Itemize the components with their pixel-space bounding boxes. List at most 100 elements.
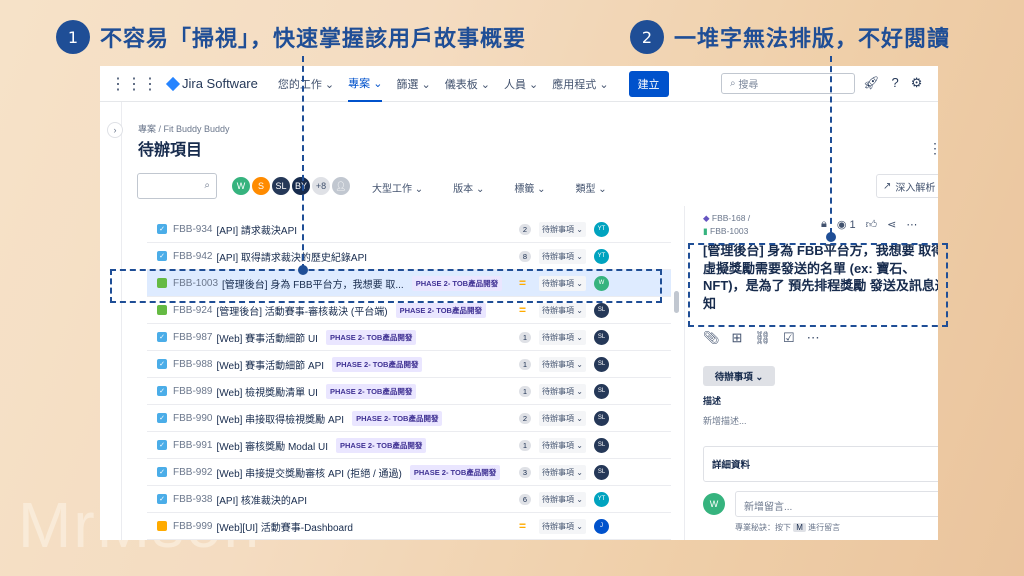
search-input[interactable]: ⌕ 搜尋 bbox=[721, 73, 855, 94]
table-row[interactable]: ✓ FBB-934 [API] 請求裁決API 2 待辦事項 ⌄ YT bbox=[147, 216, 671, 243]
status-dropdown[interactable]: 待辦事項 ⌄ bbox=[539, 437, 586, 453]
task-type-icon: ✓ bbox=[157, 467, 167, 477]
issue-key[interactable]: FBB-999 bbox=[173, 521, 212, 532]
filter-label[interactable]: 標籤 ⌄ bbox=[514, 180, 545, 195]
link-icon[interactable]: ⛓︎ bbox=[754, 330, 771, 346]
like-icon[interactable]: 👍︎ bbox=[866, 218, 878, 231]
jira-logo[interactable]: Jira Software bbox=[165, 76, 258, 91]
table-row[interactable]: ✓ FBB-942 [API] 取得請求裁決的歷史紀錄API 8 待辦事項 ⌄ YT bbox=[147, 243, 671, 270]
more-icon[interactable]: ⋯ bbox=[807, 330, 820, 346]
filter-dropdowns: 大型工作 ⌄ 版本 ⌄ 標籤 ⌄ 類型 ⌄ bbox=[372, 180, 607, 195]
assignee-avatar[interactable]: SL bbox=[594, 464, 609, 480]
issue-key[interactable]: FBB-987 bbox=[173, 332, 212, 343]
table-row[interactable]: ✓ FBB-987 [Web] 賽事活動細節 UI PHASE 2- TOB產品開發 1… bbox=[147, 324, 671, 351]
nav-dashboards[interactable]: 儀表板 ⌄ bbox=[445, 76, 490, 92]
child-issue-icon[interactable]: ⊞ bbox=[732, 330, 743, 346]
backlog-search-input[interactable]: ⌕ bbox=[137, 173, 217, 199]
search-placeholder: 搜尋 bbox=[738, 80, 759, 91]
task-type-icon: ✓ bbox=[157, 332, 167, 342]
assignee-avatar[interactable]: YT bbox=[594, 491, 609, 507]
nav-filters[interactable]: 篩選 ⌄ bbox=[396, 76, 430, 92]
status-dropdown[interactable]: 待辦事項 ⌄ bbox=[539, 464, 586, 480]
issue-key[interactable]: FBB-942 bbox=[173, 251, 212, 262]
status-dropdown[interactable]: 待辦事項 ⌄ bbox=[539, 302, 586, 318]
avatar-filter[interactable]: +8 bbox=[310, 175, 332, 197]
assignee-avatar[interactable]: SL bbox=[594, 410, 609, 426]
settings-icon[interactable]: ⚙ bbox=[911, 75, 923, 91]
callout-1-dot bbox=[298, 265, 308, 275]
details-section[interactable]: 詳細資料 bbox=[703, 446, 938, 482]
notifications-icon[interactable]: 🚀︎ bbox=[863, 75, 880, 91]
issue-key[interactable]: FBB-938 bbox=[173, 494, 212, 505]
table-row[interactable]: ✓ FBB-989 [Web] 檢視獎勵清單 UI PHASE 2- TOB產品開發 1… bbox=[147, 378, 671, 405]
status-dropdown[interactable]: 待辦事項 ⌄ bbox=[539, 518, 586, 534]
table-row[interactable]: ✓ FBB-938 [API] 核准裁決的API 6 待辦事項 ⌄ YT bbox=[147, 486, 671, 513]
status-dropdown[interactable]: 待辦事項 ⌄ bbox=[703, 366, 775, 386]
comment-tip: 專業秘訣：按下 M 進行留言 bbox=[735, 522, 840, 533]
filter-version[interactable]: 版本 ⌄ bbox=[453, 180, 484, 195]
issue-key[interactable]: FBB-934 bbox=[173, 224, 212, 235]
avatar-filter[interactable]: S bbox=[250, 175, 272, 197]
status-dropdown[interactable]: 待辦事項 ⌄ bbox=[539, 410, 586, 426]
scrollbar[interactable] bbox=[674, 291, 679, 313]
parent-issue-key[interactable]: ◆ FBB-168 / bbox=[703, 213, 750, 224]
status-dropdown[interactable]: 待辦事項 ⌄ bbox=[539, 329, 586, 345]
assignee-avatar[interactable]: SL bbox=[594, 302, 609, 318]
status-dropdown[interactable]: 待辦事項 ⌄ bbox=[539, 383, 586, 399]
assignee-avatar[interactable]: SL bbox=[594, 329, 609, 345]
avatar-filter[interactable]: BY bbox=[290, 175, 312, 197]
lock-icon[interactable]: 🔒︎ bbox=[821, 218, 827, 231]
status-dropdown[interactable]: 待辦事項 ⌄ bbox=[539, 491, 586, 507]
description-input[interactable]: 新增描述... bbox=[703, 414, 747, 427]
status-dropdown[interactable]: 待辦事項 ⌄ bbox=[539, 356, 586, 372]
epic-badge: PHASE 2- TOB產品開發 bbox=[335, 437, 427, 453]
share-icon[interactable]: ⋖ bbox=[887, 218, 896, 231]
story-points-badge: 6 bbox=[519, 493, 531, 505]
app-switcher-icon[interactable]: ⋮⋮⋮ bbox=[110, 74, 158, 94]
issue-key[interactable]: FBB-989 bbox=[173, 386, 212, 397]
attach-icon[interactable]: 📎︎ bbox=[703, 330, 720, 346]
nav-people[interactable]: 人員 ⌄ bbox=[504, 76, 538, 92]
insights-button[interactable]: ↗ 深入解析 bbox=[876, 174, 938, 198]
filter-type[interactable]: 類型 ⌄ bbox=[576, 180, 607, 195]
nav-apps[interactable]: 應用程式 ⌄ bbox=[552, 76, 608, 92]
status-dropdown[interactable]: 待辦事項 ⌄ bbox=[539, 248, 586, 264]
issue-key[interactable]: FBB-992 bbox=[173, 467, 212, 478]
table-row[interactable]: ✓ FBB-992 [Web] 串接提交獎勵審核 API (拒絕 / 通過) PHAS… bbox=[147, 459, 671, 486]
issue-key[interactable]: FBB-988 bbox=[173, 359, 212, 370]
watch-button[interactable]: ◉ 1 bbox=[837, 218, 856, 231]
issue-key[interactable]: FBB-991 bbox=[173, 440, 212, 451]
nav-projects[interactable]: 專案 ⌄ bbox=[348, 66, 383, 102]
breadcrumb[interactable]: 專案 / Fit Buddy Buddy bbox=[138, 122, 230, 135]
assignee-avatar[interactable]: YT bbox=[594, 248, 609, 264]
assignee-avatar[interactable]: SL bbox=[594, 356, 609, 372]
assignee-avatar[interactable]: J bbox=[594, 518, 609, 534]
avatar-filter[interactable]: W bbox=[230, 175, 252, 197]
table-row[interactable]: ✓ FBB-991 [Web] 審核獎勵 Modal UI PHASE 2- TOB產… bbox=[147, 432, 671, 459]
checklist-icon[interactable]: ☑ bbox=[783, 330, 795, 346]
more-icon[interactable]: ⋮ bbox=[928, 140, 938, 157]
add-people-icon[interactable]: 👤︎ bbox=[330, 175, 352, 197]
table-row[interactable]: FBB-999 [Web][UI] 活動賽事-Dashboard = 待辦事項 ⌄ J bbox=[147, 513, 671, 540]
avatar-filter[interactable]: SL bbox=[270, 175, 292, 197]
issue-key[interactable]: ▮ FBB-1003 bbox=[703, 226, 748, 237]
issue-key[interactable]: FBB-924 bbox=[173, 305, 212, 316]
assignee-avatar[interactable]: YT bbox=[594, 221, 609, 237]
more-actions-icon[interactable]: ⋯ bbox=[906, 218, 917, 231]
help-icon[interactable]: ? bbox=[892, 75, 899, 91]
assignee-avatar[interactable]: SL bbox=[594, 383, 609, 399]
task-type-icon: ✓ bbox=[157, 359, 167, 369]
issue-key[interactable]: FBB-990 bbox=[173, 413, 212, 424]
create-button[interactable]: 建立 bbox=[628, 70, 669, 97]
filter-epic[interactable]: 大型工作 ⌄ bbox=[372, 180, 423, 195]
table-row[interactable]: ✓ FBB-988 [Web] 賽事活動細節 API PHASE 2- TOB產品開發… bbox=[147, 351, 671, 378]
story-points-badge: 1 bbox=[519, 331, 531, 343]
comment-input[interactable]: 新增留言... bbox=[735, 491, 938, 517]
status-dropdown[interactable]: 待辦事項 ⌄ bbox=[539, 221, 586, 237]
nav-your-work[interactable]: 您的工作 ⌄ bbox=[278, 76, 334, 92]
eye-icon: ◉ bbox=[836, 219, 850, 231]
assignee-avatar[interactable]: SL bbox=[594, 437, 609, 453]
expand-sidebar-icon[interactable]: › bbox=[107, 122, 123, 138]
table-row[interactable]: ✓ FBB-990 [Web] 串接取得檢視獎勵 API PHASE 2- TOB產品… bbox=[147, 405, 671, 432]
callout-number: 1 bbox=[56, 20, 90, 54]
